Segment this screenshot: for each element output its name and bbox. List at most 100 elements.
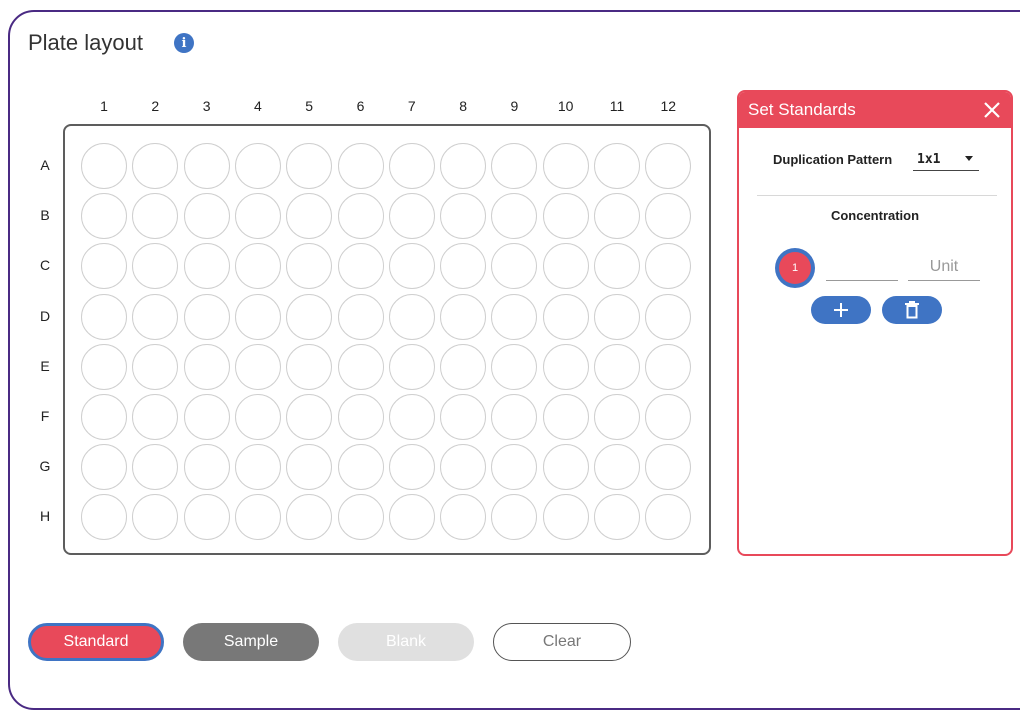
well[interactable] <box>645 394 692 440</box>
well[interactable] <box>645 193 692 240</box>
well[interactable] <box>81 193 127 240</box>
clear-button[interactable]: Clear <box>493 623 631 661</box>
well[interactable] <box>542 343 589 390</box>
well[interactable] <box>234 494 281 541</box>
well[interactable] <box>594 243 640 290</box>
well[interactable] <box>491 444 538 491</box>
well[interactable] <box>594 494 640 541</box>
well[interactable] <box>645 143 692 189</box>
well[interactable] <box>491 293 538 340</box>
well[interactable] <box>388 243 435 290</box>
well[interactable] <box>337 343 384 390</box>
well[interactable] <box>183 193 230 240</box>
well[interactable] <box>132 343 179 390</box>
well[interactable] <box>132 193 179 240</box>
well[interactable] <box>81 444 127 491</box>
well[interactable] <box>337 394 384 440</box>
well[interactable] <box>183 143 230 189</box>
well[interactable] <box>491 343 538 390</box>
well[interactable] <box>132 494 179 541</box>
well[interactable] <box>542 293 589 340</box>
well[interactable] <box>594 394 640 440</box>
well[interactable] <box>234 243 281 290</box>
well[interactable] <box>440 243 487 290</box>
well[interactable] <box>234 143 281 189</box>
well[interactable] <box>542 243 589 290</box>
standard-number-badge[interactable]: 1 <box>775 248 815 288</box>
well[interactable] <box>440 343 487 390</box>
well[interactable] <box>234 293 281 340</box>
well[interactable] <box>81 243 127 290</box>
well[interactable] <box>132 444 179 491</box>
duplication-pattern-select[interactable]: 1x1 <box>913 150 979 171</box>
well[interactable] <box>388 394 435 440</box>
well[interactable] <box>542 193 589 240</box>
well[interactable] <box>645 444 692 491</box>
add-standard-button[interactable] <box>811 296 871 324</box>
well[interactable] <box>132 243 179 290</box>
sample-button[interactable]: Sample <box>183 623 319 661</box>
well[interactable] <box>286 143 333 189</box>
well[interactable] <box>286 293 333 340</box>
well[interactable] <box>388 343 435 390</box>
well[interactable] <box>491 494 538 541</box>
delete-standard-button[interactable] <box>882 296 942 324</box>
well[interactable] <box>388 494 435 541</box>
concentration-input[interactable] <box>826 258 898 281</box>
well[interactable] <box>183 444 230 491</box>
well[interactable] <box>81 394 127 440</box>
well[interactable] <box>337 444 384 491</box>
well[interactable] <box>440 494 487 541</box>
well[interactable] <box>645 243 692 290</box>
well[interactable] <box>440 193 487 240</box>
well[interactable] <box>645 343 692 390</box>
well[interactable] <box>440 143 487 189</box>
well[interactable] <box>234 394 281 440</box>
standard-button[interactable]: Standard <box>28 623 164 661</box>
well[interactable] <box>234 343 281 390</box>
well[interactable] <box>183 394 230 440</box>
well[interactable] <box>81 343 127 390</box>
well[interactable] <box>286 394 333 440</box>
well[interactable] <box>337 143 384 189</box>
well[interactable] <box>81 494 127 541</box>
well[interactable] <box>491 193 538 240</box>
well[interactable] <box>491 243 538 290</box>
well[interactable] <box>132 394 179 440</box>
well[interactable] <box>183 243 230 290</box>
well[interactable] <box>542 394 589 440</box>
well[interactable] <box>388 143 435 189</box>
well[interactable] <box>440 394 487 440</box>
well[interactable] <box>645 293 692 340</box>
well[interactable] <box>81 143 127 189</box>
well[interactable] <box>81 293 127 340</box>
close-icon[interactable] <box>981 99 1003 121</box>
well[interactable] <box>542 143 589 189</box>
well[interactable] <box>440 444 487 491</box>
well[interactable] <box>183 343 230 390</box>
blank-button[interactable]: Blank <box>338 623 474 661</box>
well[interactable] <box>286 494 333 541</box>
well[interactable] <box>286 444 333 491</box>
well[interactable] <box>183 293 230 340</box>
well[interactable] <box>337 243 384 290</box>
well[interactable] <box>542 444 589 491</box>
unit-input[interactable]: Unit <box>908 256 980 281</box>
well[interactable] <box>286 243 333 290</box>
well[interactable] <box>234 444 281 491</box>
well[interactable] <box>594 193 640 240</box>
well[interactable] <box>388 293 435 340</box>
info-icon[interactable]: i <box>174 33 194 53</box>
well[interactable] <box>388 444 435 491</box>
well[interactable] <box>132 293 179 340</box>
well[interactable] <box>594 444 640 491</box>
well[interactable] <box>286 193 333 240</box>
well[interactable] <box>491 394 538 440</box>
well[interactable] <box>337 193 384 240</box>
well[interactable] <box>594 343 640 390</box>
well[interactable] <box>491 143 538 189</box>
well[interactable] <box>388 193 435 240</box>
well[interactable] <box>286 343 333 390</box>
well[interactable] <box>183 494 230 541</box>
well[interactable] <box>594 143 640 189</box>
